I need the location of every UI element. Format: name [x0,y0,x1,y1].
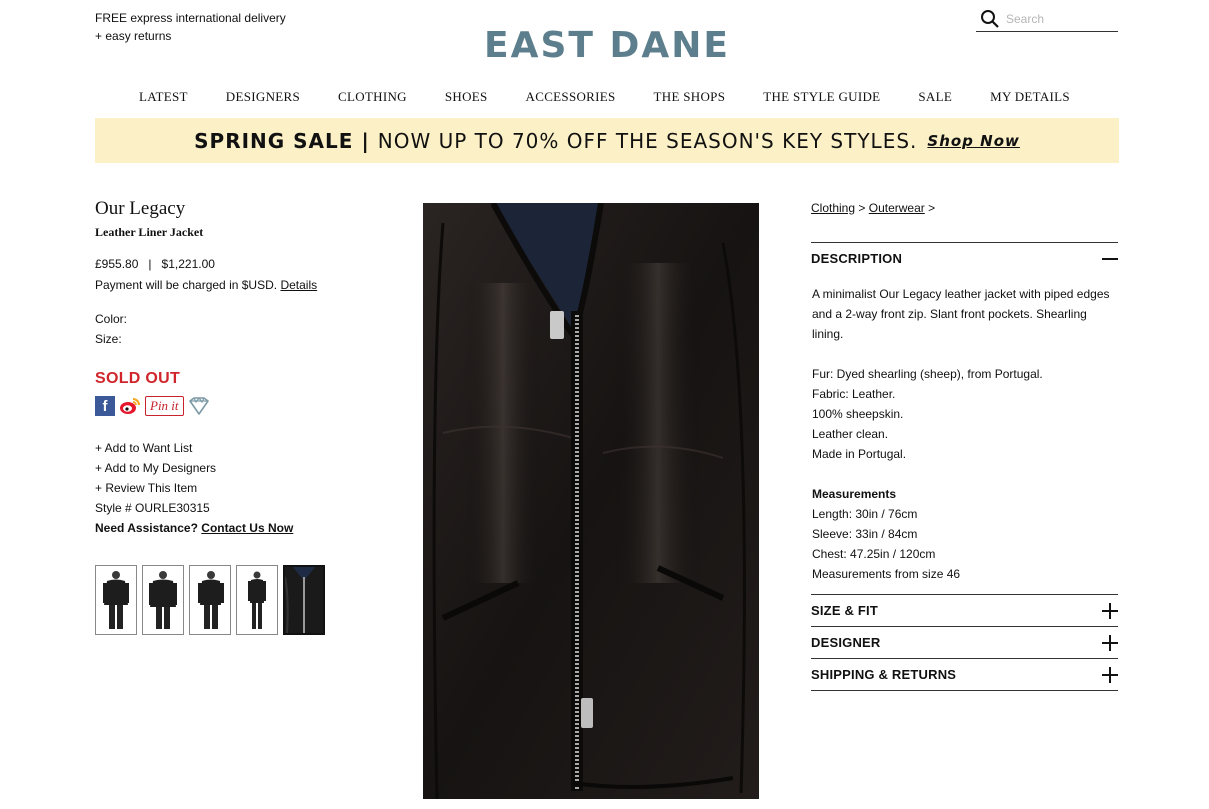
promo-line-returns: + easy returns [95,29,172,43]
add-to-my-designers-link[interactable]: + Add to My Designers [95,458,355,478]
product-thumbnail[interactable] [189,565,231,635]
description-text: A minimalist Our Legacy leather jacket w… [812,287,1110,341]
product-details: Clothing > Outerwear > DESCRIPTION A min… [811,201,1118,691]
thumbnail-strip [95,565,325,635]
assistance-label: Need Assistance? [95,521,198,535]
price-separator: | [148,257,152,271]
nav-designers[interactable]: DESIGNERS [207,89,319,105]
review-item-link[interactable]: + Review This Item [95,478,355,498]
product-price: £955.80 | $1,221.00 [95,257,355,271]
plus-icon[interactable] [1102,634,1118,651]
product-info: Our Legacy Leather Liner Jacket £955.80 … [95,198,355,538]
breadcrumb: Clothing > Outerwear > [811,201,1118,215]
breadcrumb-outerwear[interactable]: Outerwear [869,201,925,215]
material-line: Made in Portugal. [812,447,907,461]
sale-banner[interactable]: SPRING SALE | NOW UP TO 70% OFF THE SEAS… [95,118,1119,163]
banner-divider: | [361,128,370,153]
assistance-line: Need Assistance? Contact Us Now [95,518,355,538]
nav-clothing[interactable]: CLOTHING [319,89,426,105]
search-input[interactable] [1006,11,1106,26]
designer-toggle[interactable]: DESIGNER [811,627,1118,658]
social-share: f Pin it [95,396,355,416]
nav-the-shops[interactable]: THE SHOPS [635,89,745,105]
shipping-returns-toggle[interactable]: SHIPPING & RETURNS [811,659,1118,690]
price-usd: $1,221.00 [161,257,215,271]
nav-my-details[interactable]: MY DETAILS [971,89,1089,105]
measurement-line: Sleeve: 33in / 84cm [812,527,918,541]
designer-section: DESIGNER [811,627,1118,659]
breadcrumb-separator: > [858,201,866,215]
material-line: Fabric: Leather. [812,387,896,401]
price-gbp: £955.80 [95,257,139,271]
description-title: DESCRIPTION [811,251,903,266]
pinterest-icon[interactable]: Pin it [145,396,184,416]
shop-now-link[interactable]: Shop Now [927,132,1019,150]
material-line: Leather clean. [812,427,889,441]
payment-note: Payment will be charged in $USD. Details [95,278,355,292]
product-thumbnail[interactable] [236,565,278,635]
size-fit-title: SIZE & FIT [811,603,878,618]
weibo-icon[interactable] [119,396,141,416]
breadcrumb-separator: > [928,201,936,215]
measurements-title: Measurements [812,487,897,501]
nav-sale[interactable]: SALE [899,89,971,105]
size-label: Size: [95,332,122,346]
plus-icon[interactable] [1102,602,1118,619]
nav-style-guide[interactable]: THE STYLE GUIDE [744,89,899,105]
add-to-want-list-link[interactable]: + Add to Want List [95,438,355,458]
search-icon[interactable] [980,9,1000,29]
payment-text: Payment will be charged in $USD. [95,278,278,292]
product-thumbnail-selected[interactable] [283,565,325,635]
designer-title: DESIGNER [811,635,881,650]
breadcrumb-clothing[interactable]: Clothing [811,201,855,215]
heart-icon[interactable] [188,396,210,416]
facebook-icon[interactable]: f [95,396,115,416]
measurement-line: Length: 30in / 76cm [812,507,918,521]
plus-icon[interactable] [1102,666,1118,683]
minus-icon[interactable] [1102,251,1118,267]
nav-shoes[interactable]: SHOES [426,89,507,105]
product-actions: + Add to Want List + Add to My Designers… [95,438,355,538]
main-nav: LATEST DESIGNERS CLOTHING SHOES ACCESSOR… [0,89,1209,105]
product-brand[interactable]: Our Legacy [95,198,355,220]
size-fit-toggle[interactable]: SIZE & FIT [811,595,1118,626]
product-main-image[interactable] [423,203,759,799]
color-label: Color: [95,312,128,326]
sold-out-status: SOLD OUT [95,370,181,387]
nav-accessories[interactable]: ACCESSORIES [507,89,635,105]
promo-text: FREE express international delivery + ea… [95,9,286,45]
promo-line-delivery: FREE express international delivery [95,11,286,25]
measurement-line: Chest: 47.25in / 120cm [812,547,936,561]
product-name: Leather Liner Jacket [95,225,204,239]
site-logo[interactable]: EAST DANE [484,26,730,66]
search-bar[interactable] [976,6,1118,32]
nav-latest[interactable]: LATEST [120,89,207,105]
measurement-line: Measurements from size 46 [812,567,961,581]
material-line: Fur: Dyed shearling (sheep), from Portug… [812,367,1043,381]
shipping-returns-section: SHIPPING & RETURNS [811,659,1118,691]
style-number: Style # OURLE30315 [95,501,210,515]
description-toggle[interactable]: DESCRIPTION [811,243,1118,274]
shipping-returns-title: SHIPPING & RETURNS [811,667,957,682]
payment-details-link[interactable]: Details [280,278,317,292]
banner-headline: SPRING SALE [194,128,354,153]
size-fit-section: SIZE & FIT [811,595,1118,627]
product-thumbnail[interactable] [95,565,137,635]
material-line: 100% sheepskin. [812,407,904,421]
description-body: A minimalist Our Legacy leather jacket w… [811,274,1118,594]
product-thumbnail[interactable] [142,565,184,635]
banner-text: NOW UP TO 70% OFF THE SEASON'S KEY STYLE… [377,128,918,153]
contact-us-link[interactable]: Contact Us Now [201,521,293,535]
description-section: DESCRIPTION A minimalist Our Legacy leat… [811,242,1118,595]
